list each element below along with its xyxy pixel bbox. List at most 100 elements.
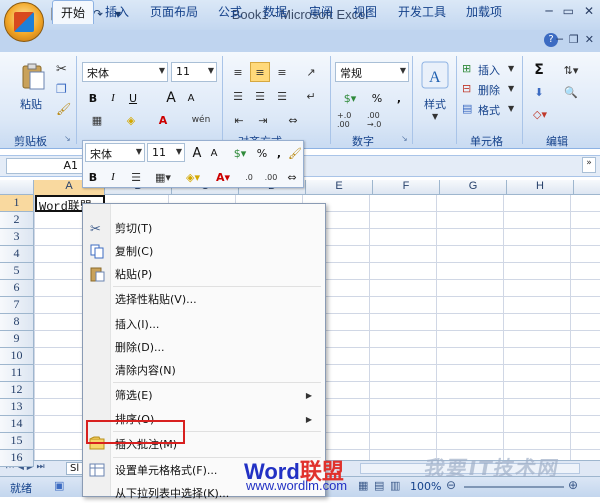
column-header-h[interactable]: H xyxy=(507,180,574,195)
clear-icon[interactable]: ◇▾ xyxy=(528,104,552,124)
page-layout-view-icon[interactable]: ▤ xyxy=(374,479,384,492)
sheet-tab[interactable]: Sl xyxy=(66,462,84,475)
comma-button[interactable]: , xyxy=(390,88,408,108)
fill-icon[interactable]: ⬇ xyxy=(528,82,550,102)
tab-home[interactable]: 开始 xyxy=(52,0,95,24)
mini-merge-icon[interactable]: ⇔ xyxy=(283,167,301,187)
row-header[interactable]: 12 xyxy=(0,382,34,399)
merge-center-icon[interactable]: ⇔ xyxy=(280,110,306,130)
zoom-in-icon[interactable]: ⊕ xyxy=(568,478,578,492)
office-button[interactable] xyxy=(4,2,44,42)
mini-format-painter-icon[interactable]: 🖌 xyxy=(287,143,303,163)
mini-fill-color-icon[interactable]: ◈▾ xyxy=(181,167,205,187)
row-header[interactable]: 8 xyxy=(0,314,34,331)
menu-item[interactable]: 选择性粘贴(V)... xyxy=(115,289,320,309)
wb-minimize-icon[interactable]: ─ xyxy=(556,33,563,46)
phonetic-button[interactable]: wén xyxy=(186,110,216,130)
italic-button[interactable]: I xyxy=(104,88,122,108)
name-box[interactable]: A1 xyxy=(6,158,84,174)
align-middle-icon[interactable]: ≡ xyxy=(250,62,270,82)
expand-formula-bar-button[interactable]: » xyxy=(582,157,596,173)
number-format-box[interactable]: 常规 ▼ xyxy=(335,62,409,82)
decrease-decimal-button[interactable]: .00 →.0 xyxy=(366,110,392,130)
mini-increase-decimal-icon[interactable]: .0 xyxy=(239,167,259,187)
row-header[interactable]: 11 xyxy=(0,365,34,382)
row-header[interactable]: 3 xyxy=(0,229,34,246)
normal-view-icon[interactable]: ▦ xyxy=(358,479,368,492)
mini-decrease-decimal-icon[interactable]: .00 xyxy=(261,167,281,187)
align-left-icon[interactable]: ☰ xyxy=(228,86,248,106)
bold-button[interactable]: B xyxy=(84,88,102,108)
align-right-icon[interactable]: ☰ xyxy=(272,86,292,106)
row-header[interactable]: 9 xyxy=(0,331,34,348)
row-header[interactable]: 4 xyxy=(0,246,34,263)
zoom-slider[interactable] xyxy=(464,486,564,488)
menu-item[interactable]: 复制(C) xyxy=(115,241,320,261)
accounting-format-icon[interactable]: $▾ xyxy=(336,88,364,108)
align-center-icon[interactable]: ☰ xyxy=(250,86,270,106)
mini-italic-button[interactable]: I xyxy=(105,167,121,187)
autosum-button[interactable]: Σ xyxy=(528,60,550,80)
row-header[interactable]: 6 xyxy=(0,280,34,297)
select-all-corner[interactable] xyxy=(0,180,34,195)
fill-color-icon[interactable]: ◈ xyxy=(118,110,144,130)
tab-view[interactable]: 视图 xyxy=(353,3,377,20)
sort-filter-icon[interactable]: ⇅▾ xyxy=(558,60,584,80)
wb-close-icon[interactable]: ✕ xyxy=(585,33,594,46)
cut-icon[interactable]: ✂ xyxy=(56,62,67,77)
menu-item[interactable]: 剪切(T) xyxy=(115,218,320,238)
mini-percent-button[interactable]: % xyxy=(255,143,269,163)
close-icon[interactable]: ✕ xyxy=(584,4,594,18)
maximize-icon[interactable]: ▭ xyxy=(563,4,574,18)
increase-decimal-button[interactable]: +.0 .00 xyxy=(336,110,362,130)
format-painter-icon[interactable]: 🖌 xyxy=(56,102,71,116)
row-header[interactable]: 14 xyxy=(0,416,34,433)
row-header[interactable]: 2 xyxy=(0,212,34,229)
row-header[interactable]: 10 xyxy=(0,348,34,365)
grow-font-button[interactable]: A xyxy=(162,88,180,108)
tab-page-layout[interactable]: 页面布局 xyxy=(150,3,198,20)
font-color-icon[interactable]: A xyxy=(150,110,176,130)
mini-accounting-icon[interactable]: $▾ xyxy=(229,143,251,163)
wb-restore-icon[interactable]: ❐ xyxy=(569,33,579,46)
find-select-icon[interactable]: 🔍 xyxy=(558,82,584,102)
paste-label[interactable]: 粘贴 xyxy=(20,96,42,112)
page-break-view-icon[interactable]: ▥ xyxy=(390,479,400,492)
row-header[interactable]: 16 xyxy=(0,450,34,467)
paste-icon[interactable] xyxy=(18,62,48,92)
tab-insert[interactable]: 插入 xyxy=(105,3,129,20)
orientation-icon[interactable]: ↗ xyxy=(300,62,322,82)
tab-review[interactable]: 审阅 xyxy=(309,3,333,20)
mini-size-box[interactable]: 11 ▼ xyxy=(147,143,185,162)
mini-grow-font-icon[interactable]: A xyxy=(189,143,205,163)
percent-button[interactable]: % xyxy=(368,88,386,108)
mini-shrink-font-icon[interactable]: A xyxy=(207,143,221,163)
mini-center-icon[interactable]: ☰ xyxy=(127,167,145,187)
column-header-f[interactable]: F xyxy=(373,180,440,195)
font-size-box[interactable]: 11 ▼ xyxy=(171,62,217,82)
menu-item[interactable]: 插入(I)... xyxy=(115,314,320,334)
tab-data[interactable]: 数据 xyxy=(263,3,287,20)
menu-item[interactable]: 筛选(E) ▶ xyxy=(115,385,320,405)
menu-item[interactable]: 粘贴(P) xyxy=(115,264,320,284)
styles-label[interactable]: 样式 xyxy=(424,96,446,112)
styles-icon[interactable]: A xyxy=(420,60,450,90)
copy-icon[interactable]: ❐ xyxy=(56,82,67,96)
font-name-box[interactable]: 宋体 ▼ xyxy=(82,62,168,82)
delete-cells-button[interactable]: 删除 xyxy=(478,82,500,98)
shrink-font-button[interactable]: A xyxy=(182,88,200,108)
wrap-text-icon[interactable]: ↵ xyxy=(300,86,322,106)
macro-record-icon[interactable]: ▣ xyxy=(54,479,64,492)
underline-button[interactable]: U xyxy=(124,88,142,108)
row-header[interactable]: 5 xyxy=(0,263,34,280)
tab-formulas[interactable]: 公式 xyxy=(218,3,242,20)
number-launcher-icon[interactable]: ↘ xyxy=(401,134,408,143)
row-header[interactable]: 15 xyxy=(0,433,34,450)
mini-font-box[interactable]: 宋体 ▼ xyxy=(85,143,145,162)
clipboard-launcher-icon[interactable]: ↘ xyxy=(64,134,71,143)
menu-item[interactable]: 删除(D)... xyxy=(115,337,320,357)
mini-comma-button[interactable]: , xyxy=(273,143,285,163)
format-cells-button[interactable]: 格式 xyxy=(478,102,500,118)
borders-icon[interactable]: ▦ xyxy=(84,110,110,130)
row-header[interactable]: 13 xyxy=(0,399,34,416)
